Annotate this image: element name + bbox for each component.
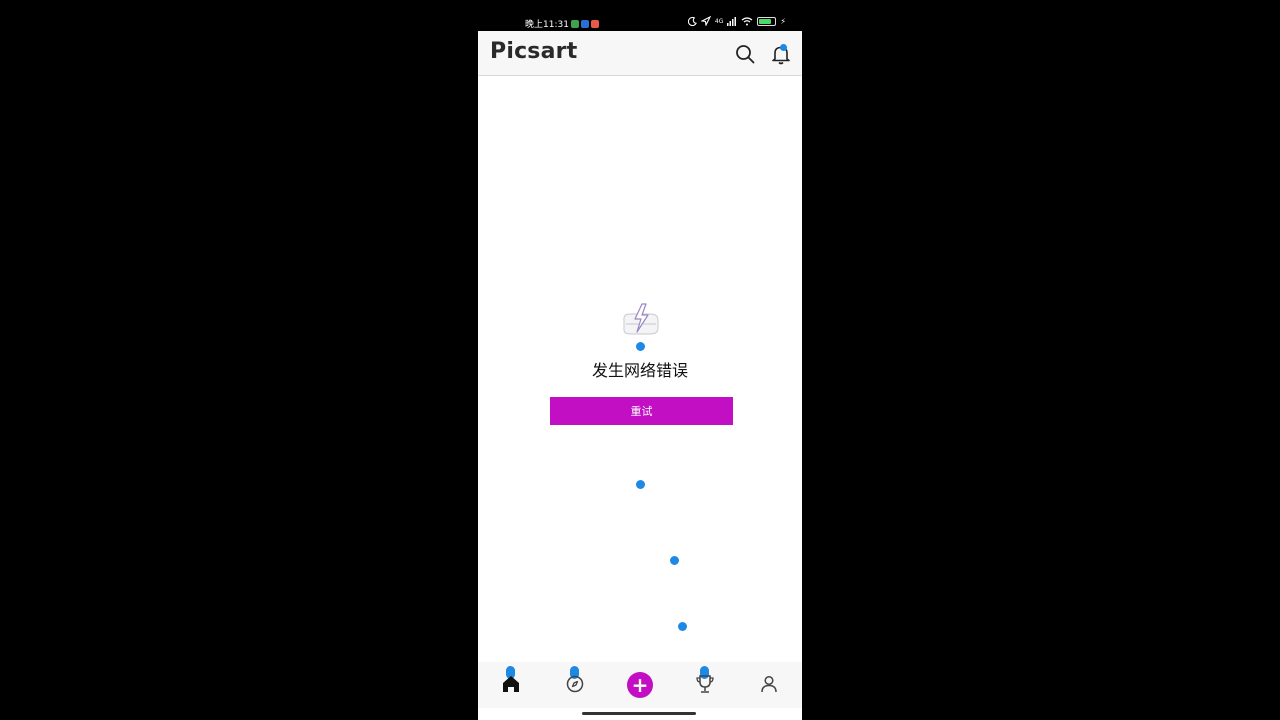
wechat-notification-icon <box>570 19 579 28</box>
error-message: 发生网络错误 <box>591 361 688 380</box>
moon-icon <box>687 16 697 26</box>
search-icon[interactable] <box>734 43 756 65</box>
battery-level <box>759 18 772 24</box>
wifi-icon <box>742 16 753 25</box>
signal-icon <box>727 16 737 26</box>
picsart-logo[interactable]: Picsart <box>490 39 577 64</box>
location-icon <box>700 16 711 26</box>
touch-indicator-dot <box>678 622 687 631</box>
network-type: 4G <box>714 17 724 25</box>
battery-icon <box>757 16 777 26</box>
notification-indicator <box>780 44 787 51</box>
touch-indicator-dot <box>636 342 645 351</box>
home-icon[interactable] <box>499 672 523 696</box>
compass-icon[interactable] <box>563 672 587 696</box>
trophy-icon[interactable] <box>693 672 717 696</box>
charging-icon: ⚡ <box>780 16 786 26</box>
network-error-icon <box>623 303 659 335</box>
bottom-navigation: + <box>478 662 802 708</box>
app-header: Picsart <box>478 31 802 76</box>
home-indicator-bar[interactable] <box>582 712 696 715</box>
phone-screen: 晚上11:31 4G ⚡ Picsart 发生网络错误 重试 + <box>478 0 802 720</box>
status-bar: 晚上11:31 4G ⚡ <box>478 0 802 31</box>
user-icon[interactable] <box>757 672 781 696</box>
app2-notification-icon <box>590 19 599 28</box>
status-right: 4G ⚡ <box>687 16 786 26</box>
touch-indicator-dot <box>636 480 645 489</box>
status-time: 晚上11:31 <box>525 20 569 30</box>
app-notification-icon <box>580 19 589 28</box>
retry-button[interactable]: 重试 <box>550 397 733 425</box>
touch-indicator-dot <box>670 556 679 565</box>
main-content: 发生网络错误 重试 <box>478 76 802 662</box>
status-left: 晚上11:31 <box>525 17 599 30</box>
create-button[interactable]: + <box>627 672 653 698</box>
